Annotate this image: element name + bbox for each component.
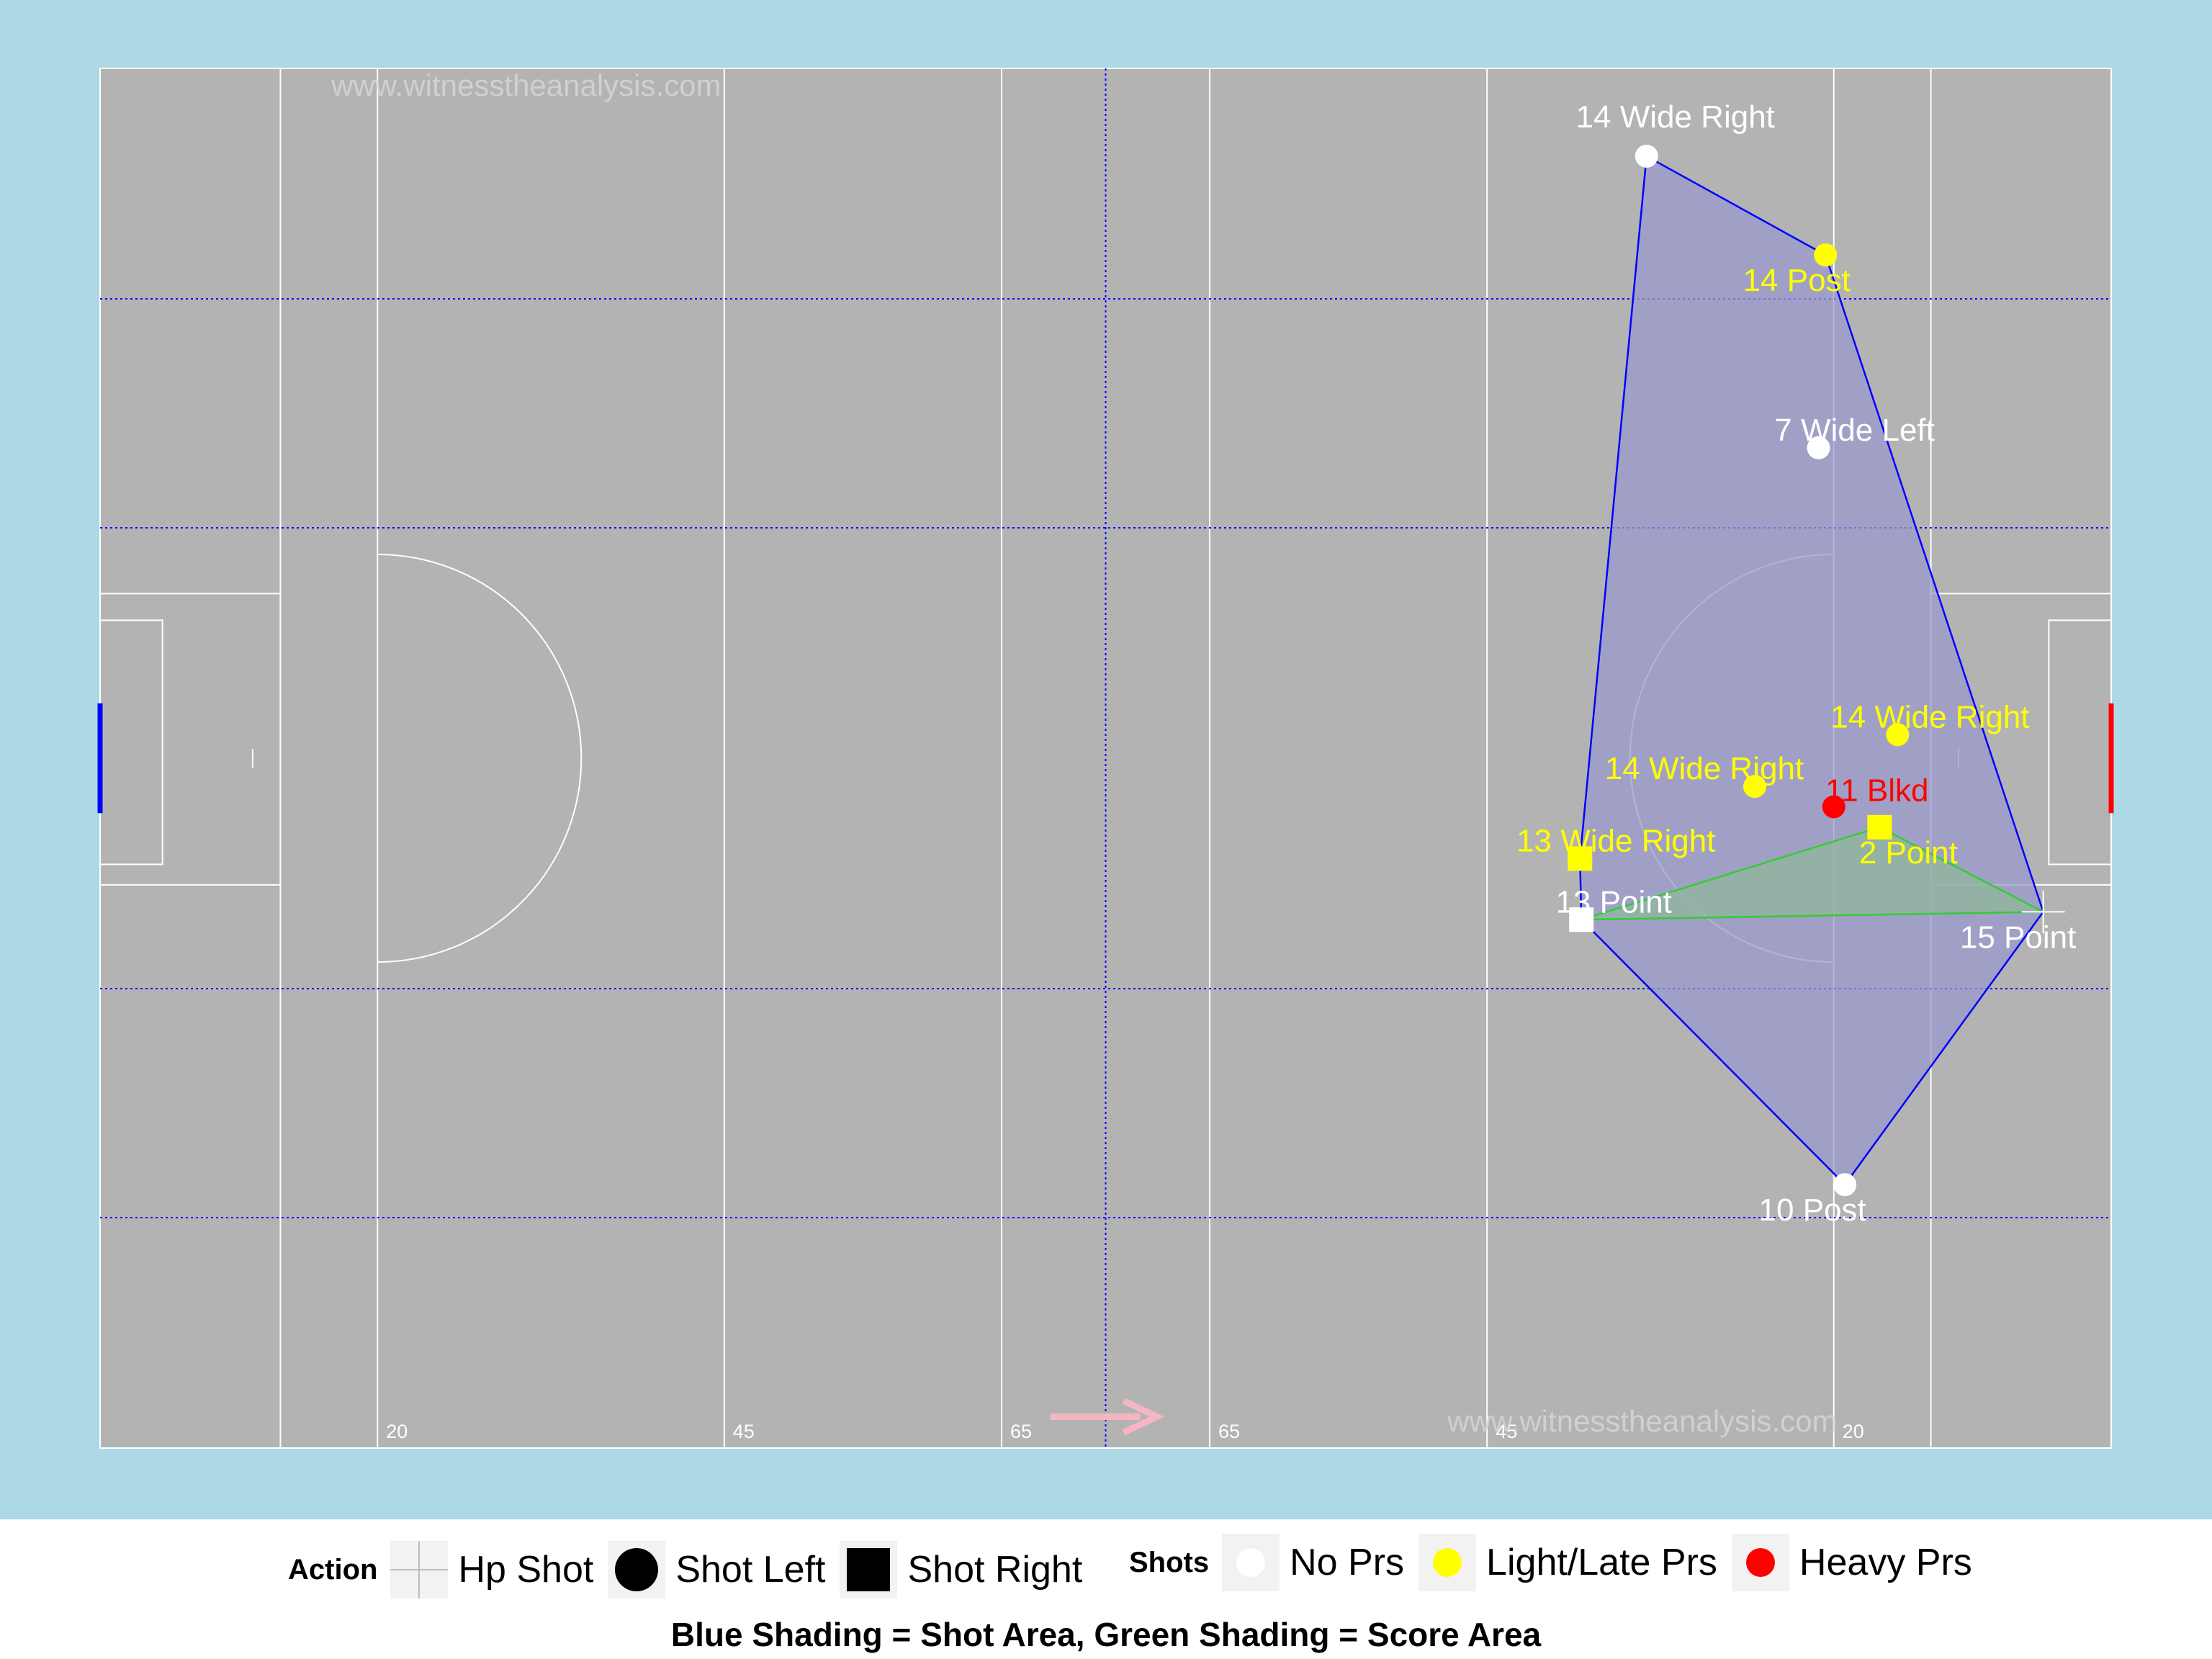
watermark: www.witnesstheanalysis.com <box>331 68 721 102</box>
shot-chart: 20 45 65 65 45 20 www.witnesstheanalysis.com ww… <box>0 0 2212 1659</box>
legend-action-item: Shot Left <box>675 1549 826 1591</box>
legend-row: Action Hp Shot Shot Left Shot Right Shot… <box>0 1534 2212 1606</box>
legend: Action Hp Shot Shot Left Shot Right Shot… <box>0 1519 2212 1659</box>
legend-shots-item: No Prs <box>1290 1542 1405 1583</box>
light-prs-key-icon <box>1419 1534 1477 1591</box>
shot-label: 13 Point <box>1555 884 1671 920</box>
yard-label: 65 <box>1218 1421 1240 1442</box>
pitch-chart: 20 45 65 65 45 20www.witnesstheanalysis.comww… <box>0 0 2212 1519</box>
legend-action-item: Hp Shot <box>458 1549 594 1591</box>
no-prs-key-icon <box>1222 1534 1280 1591</box>
shot-label: 14 Post <box>1743 263 1851 298</box>
legend-action-group: Action Hp Shot Shot Left Shot Right <box>288 1534 1097 1606</box>
shot-label: 2 Point <box>1859 835 1958 871</box>
shot-label: 7 Wide Left <box>1774 413 1935 448</box>
legend-action-item: Shot Right <box>907 1549 1083 1591</box>
heavy-prs-key-icon <box>1731 1534 1789 1591</box>
yard-label: 65 <box>1010 1421 1032 1442</box>
shot-label: 14 Wide Right <box>1830 699 2029 734</box>
yard-label: 20 <box>1843 1421 1864 1442</box>
legend-shots-group: Shots No Prs Light/Late Prs Heavy Prs <box>1129 1527 1987 1599</box>
watermark: www.witnesstheanalysis.com <box>1447 1404 1838 1438</box>
shot-left-key-icon <box>608 1541 666 1599</box>
shot-marker-circle <box>1635 144 1658 168</box>
shot-label: 14 Wide Right <box>1605 751 1804 786</box>
shot-label: 10 Post <box>1759 1192 1866 1228</box>
legend-shots-title: Shots <box>1129 1546 1210 1578</box>
shot-label: 14 Wide Right <box>1576 99 1775 135</box>
shot-label: 11 Blkd <box>1825 773 1929 808</box>
shot-right-key-icon <box>840 1541 898 1599</box>
yard-label: 45 <box>733 1421 755 1442</box>
shot-label: 15 Point <box>1960 920 2076 955</box>
legend-shots-item: Heavy Prs <box>1799 1542 1972 1583</box>
legend-shots-item: Light/Late Prs <box>1486 1542 1717 1583</box>
hp-shot-key-icon <box>390 1541 449 1599</box>
legend-action-title: Action <box>288 1553 378 1586</box>
shot-label: 13 Wide Right <box>1516 823 1715 858</box>
yard-label: 20 <box>386 1421 408 1442</box>
legend-caption: Blue Shading = Shot Area, Green Shading … <box>670 1616 1542 1653</box>
